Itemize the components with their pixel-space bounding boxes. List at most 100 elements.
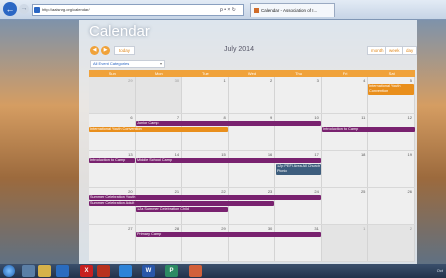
day-number: 10	[314, 115, 319, 120]
day-cell[interactable]: 29	[182, 225, 229, 261]
address-bar[interactable]: http://aaisnrg.org/calendar/	[32, 4, 244, 16]
media-icon[interactable]	[189, 265, 202, 277]
forward-button[interactable]: →	[19, 4, 29, 14]
day-number: 7	[176, 115, 180, 120]
next-month-button[interactable]: ▶	[101, 46, 110, 55]
day-cell[interactable]: 2	[228, 77, 276, 113]
day-number: 6	[130, 115, 133, 120]
event-international-youth-convention[interactable]: International Youth Convention	[368, 84, 414, 95]
event-introduction-to-camp[interactable]: Introduction to Camp	[89, 158, 135, 163]
email-icon[interactable]	[56, 265, 69, 277]
prev-month-button[interactable]: ◀	[90, 46, 99, 55]
day-cell[interactable]: 14	[135, 151, 183, 187]
day-cell[interactable]: 18	[321, 151, 369, 187]
day-cell[interactable]: 5	[368, 77, 415, 113]
day-number: 16	[267, 152, 273, 157]
day-number: 5	[409, 78, 412, 83]
day-number: 15	[221, 152, 226, 157]
day-number: 19	[407, 152, 412, 157]
back-button[interactable]: ←	[3, 2, 17, 16]
day-cell[interactable]: 1	[321, 225, 369, 261]
day-number: 25	[360, 189, 366, 194]
event-junior-camp[interactable]: Junior Camp	[136, 121, 321, 126]
day-cell[interactable]: 21	[135, 188, 183, 224]
excel-red-icon[interactable]: X	[80, 265, 93, 277]
day-number: 21	[174, 189, 180, 194]
day-name: Mon	[154, 71, 163, 76]
day-cell[interactable]: 28	[135, 225, 183, 261]
day-name: Sun	[108, 71, 116, 76]
event-summer-celebration-youth[interactable]: Summer Celebration Youth	[89, 195, 321, 200]
day-number: 2	[270, 78, 273, 83]
event-primary-camp[interactable]: Primary Camp	[136, 232, 321, 237]
day-cell[interactable]: 15	[182, 151, 229, 187]
start-icon[interactable]	[3, 265, 15, 277]
event-summer-celebration-adult[interactable]: Summer Celebration Adult	[89, 201, 274, 206]
day-cell[interactable]: 6	[89, 114, 136, 150]
day-cell[interactable]: 11	[321, 114, 369, 150]
day-number: 2	[409, 226, 412, 231]
day-cell[interactable]: 25	[321, 188, 369, 224]
explorer-icon[interactable]	[22, 265, 35, 277]
day-number: 12	[407, 115, 412, 120]
day-number: 26	[407, 189, 412, 194]
day-cell[interactable]: 30	[228, 225, 276, 261]
event-middle-school-camp[interactable]: Middle School Camp	[136, 158, 321, 163]
browser-tab-calendar[interactable]: Calendar - Association of I...	[250, 3, 335, 17]
tab-title: Calendar - Association of I...	[261, 8, 318, 13]
day-cell[interactable]: 16	[228, 151, 276, 187]
word-icon[interactable]: W	[142, 265, 155, 277]
event-church-picnic[interactable]: 12p PEFI Area All Church Picnic	[276, 164, 321, 175]
event-summer-celebration-child[interactable]: 12a Summer Celebration Child	[136, 207, 228, 212]
day-number: 18	[360, 152, 366, 157]
day-cell[interactable]: 7	[135, 114, 183, 150]
day-cell[interactable]: 19	[368, 151, 415, 187]
day-cell[interactable]: 22	[182, 188, 229, 224]
calendar-grid: 29 30 1 2 3 4 5 International Youth Conv…	[89, 77, 415, 262]
day-cell[interactable]: 12	[368, 114, 415, 150]
day-cell[interactable]: 31	[275, 225, 322, 261]
day-number: 1	[363, 226, 366, 231]
day-cell[interactable]: 24	[275, 188, 322, 224]
week-row: 29 30 1 2 3 4 5 International Youth Conv…	[89, 77, 415, 114]
day-number: 22	[221, 189, 226, 194]
event-international-youth-convention[interactable]: International Youth Convention	[89, 127, 228, 132]
day-cell[interactable]: 8	[182, 114, 229, 150]
day-cell[interactable]: 26	[368, 188, 415, 224]
event-introduction-to-camp[interactable]: Introduction to Camp	[322, 127, 415, 132]
day-cell[interactable]: 10	[275, 114, 322, 150]
day-cell[interactable]: 3	[275, 77, 322, 113]
presentation-icon[interactable]	[97, 265, 110, 277]
day-cell[interactable]: 13	[89, 151, 136, 187]
week-row: 20 21 22 23 24 25 26 Summer Celebration …	[89, 188, 415, 225]
day-number: 17	[314, 152, 319, 157]
browser-titlebar: ← → http://aaisnrg.org/calendar/ ρ • × ↻…	[0, 0, 446, 20]
day-number: 3	[316, 78, 319, 83]
today-button[interactable]: today	[114, 46, 136, 55]
day-number: 30	[174, 78, 180, 83]
day-number: 30	[267, 226, 273, 231]
week-row: 13 14 15 16 17 18 19 Introduction to Cam…	[89, 151, 415, 188]
day-cell[interactable]: 1	[182, 77, 229, 113]
day-cell[interactable]: 20	[89, 188, 136, 224]
day-cell[interactable]: 30	[135, 77, 183, 113]
day-cell[interactable]: 29	[89, 77, 136, 113]
week-row: 27 28 29 30 31 1 2 Primary Camp	[89, 225, 415, 262]
week-row: 6 7 8 9 10 11 12 Junior Camp Internation…	[89, 114, 415, 151]
category-select[interactable]: All Event Categories ▾	[90, 60, 165, 68]
day-header-row: Sun Mon Tue Wed Thu Fri Sat	[89, 70, 415, 77]
day-cell[interactable]: 9	[228, 114, 276, 150]
view-day-button[interactable]: day	[402, 46, 418, 55]
internet-explorer-icon[interactable]	[119, 265, 132, 277]
view-week-button[interactable]: week	[385, 46, 404, 55]
day-cell[interactable]: 2	[368, 225, 415, 261]
day-number: 29	[221, 226, 226, 231]
day-number: 31	[314, 226, 319, 231]
day-cell[interactable]: 27	[89, 225, 136, 261]
publisher-icon[interactable]: P	[165, 265, 178, 277]
address-controls[interactable]: ρ • × ↻	[220, 5, 236, 15]
page-icon	[34, 7, 40, 13]
day-cell[interactable]: 4	[321, 77, 369, 113]
folder-icon[interactable]	[38, 265, 51, 277]
day-cell[interactable]: 23	[228, 188, 276, 224]
